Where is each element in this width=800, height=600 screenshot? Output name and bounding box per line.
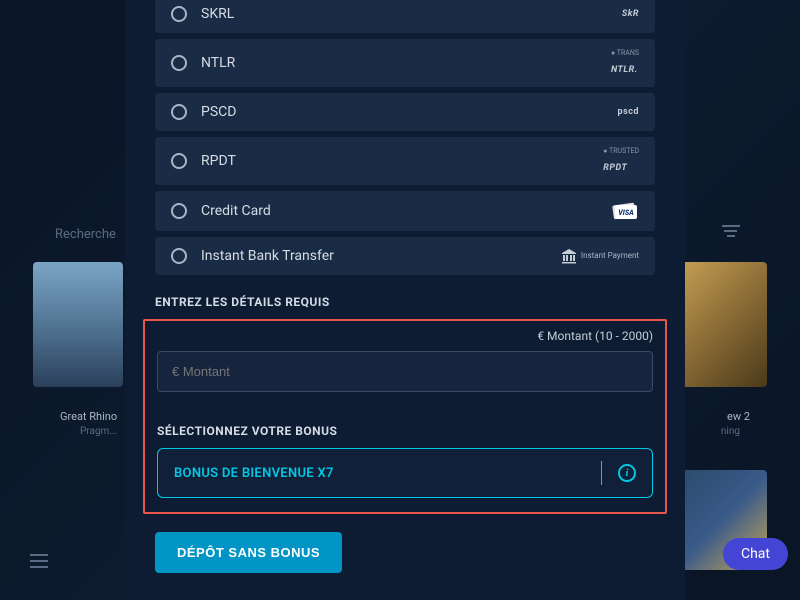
svg-text:VISA: VISA xyxy=(618,209,634,217)
payment-method-ntlr[interactable]: NTLR ● TRANSNTLR. xyxy=(155,39,655,87)
section-title-bonus: SÉLECTIONNEZ VOTRE BONUS xyxy=(157,424,653,438)
payment-method-rpdt[interactable]: RPDT ● TRUSTEDRPDT xyxy=(155,137,655,185)
payment-method-badge: ● TRANSNTLR. xyxy=(611,50,639,76)
payment-method-label: Instant Bank Transfer xyxy=(201,248,561,264)
highlight-annotation: € Montant (10 - 2000) SÉLECTIONNEZ VOTRE… xyxy=(143,319,667,514)
bonus-label: BONUS DE BIENVENUE X7 xyxy=(174,466,585,481)
game-card[interactable] xyxy=(677,262,767,387)
amount-range-label: € Montant (10 - 2000) xyxy=(157,329,653,343)
game-card[interactable] xyxy=(33,262,123,387)
radio-icon xyxy=(171,203,187,219)
payment-method-pscd[interactable]: PSCD pscd xyxy=(155,93,655,131)
credit-card-icon: VISA xyxy=(609,202,639,220)
menu-icon[interactable] xyxy=(30,554,48,572)
game-card-provider: ning xyxy=(721,426,740,437)
radio-icon xyxy=(171,104,187,120)
payment-method-badge: ● TRUSTEDRPDT xyxy=(603,148,639,174)
deposit-without-bonus-button[interactable]: DÉPÔT SANS BONUS xyxy=(155,532,342,573)
bank-icon: Instant Payment xyxy=(561,248,639,264)
filter-icon[interactable] xyxy=(722,225,742,239)
payment-method-label: PSCD xyxy=(201,104,618,120)
divider xyxy=(601,461,602,485)
game-card-provider: Pragm... xyxy=(80,426,117,437)
radio-icon xyxy=(171,153,187,169)
radio-icon xyxy=(171,6,187,22)
search-placeholder: Recherche xyxy=(55,227,116,242)
payment-method-label: Credit Card xyxy=(201,203,609,219)
radio-icon xyxy=(171,55,187,71)
payment-method-label: SKRL xyxy=(201,6,622,22)
bonus-select[interactable]: BONUS DE BIENVENUE X7 i xyxy=(157,448,653,498)
payment-method-bank-transfer[interactable]: Instant Bank Transfer Instant Payment xyxy=(155,237,655,275)
amount-input[interactable] xyxy=(157,351,653,392)
deposit-modal: SKRL SkR NTLR ● TRANSNTLR. PSCD pscd RPD… xyxy=(125,0,685,600)
chat-button[interactable]: Chat xyxy=(723,538,788,570)
section-title-details: ENTREZ LES DÉTAILS REQUIS xyxy=(155,295,655,309)
game-card-title: ew 2 xyxy=(727,410,750,423)
info-icon[interactable]: i xyxy=(618,464,636,482)
payment-method-label: NTLR xyxy=(201,55,611,71)
payment-method-skrl[interactable]: SKRL SkR xyxy=(155,0,655,33)
payment-method-badge: pscd xyxy=(618,107,639,117)
game-card-title: Great Rhino xyxy=(60,410,117,423)
payment-method-label: RPDT xyxy=(201,153,603,169)
payment-method-credit-card[interactable]: Credit Card VISA xyxy=(155,191,655,231)
payment-method-badge: SkR xyxy=(622,9,639,19)
radio-icon xyxy=(171,248,187,264)
